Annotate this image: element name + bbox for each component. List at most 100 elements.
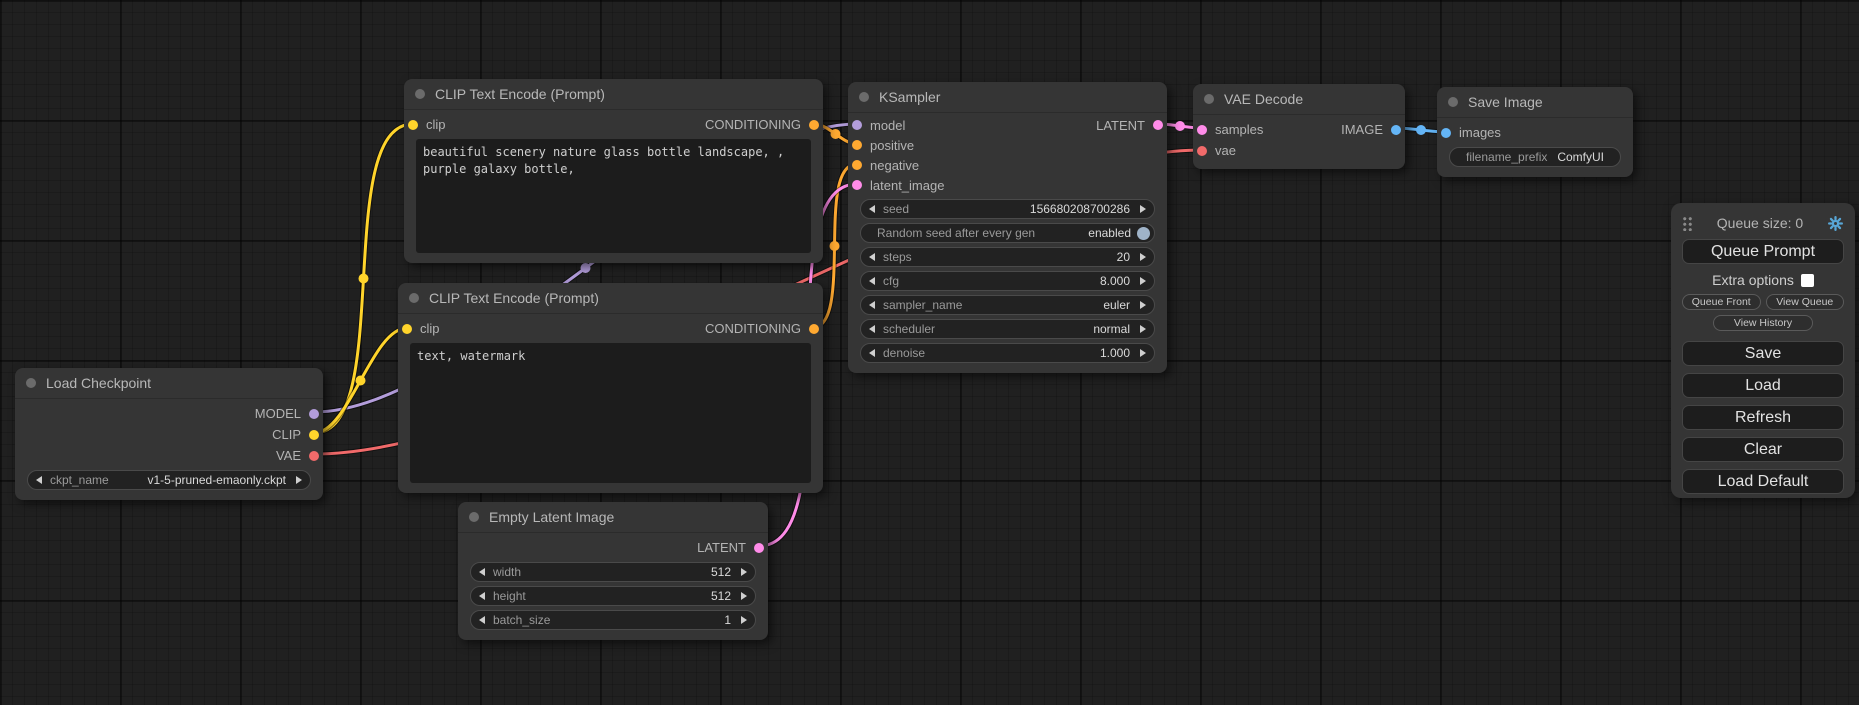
positive-prompt-textarea[interactable]: beautiful scenery nature glass bottle la… [416,139,811,253]
link-midpoint-checkpoint-clip-to-negative-prompt[interactable] [356,376,366,386]
node-empty-latent-image[interactable]: Empty Latent Image LATENT width 512 heig… [458,502,768,640]
width-widget[interactable]: width 512 [470,562,756,582]
batch-size-widget[interactable]: batch_size 1 [470,610,756,630]
input-slot-clip[interactable] [402,324,412,334]
output-slot-vae[interactable] [309,451,319,461]
increment-arrow-icon[interactable] [1140,349,1146,357]
slot-row: latent_image [848,175,1167,195]
link-midpoint-negative-conditioning-to-ksampler[interactable] [830,241,840,251]
increment-arrow-icon[interactable] [1140,205,1146,213]
link-midpoint-ksampler-latent-to-vae-decode[interactable] [1175,121,1185,131]
random-seed-toggle-widget[interactable]: Random seed after every gen enabled [860,223,1155,243]
node-title-bar[interactable]: CLIP Text Encode (Prompt) [404,79,823,110]
collapse-dot-icon[interactable] [1448,97,1458,107]
node-clip-text-encode-positive[interactable]: CLIP Text Encode (Prompt) clip CONDITION… [404,79,823,263]
increment-arrow-icon[interactable] [1140,277,1146,285]
refresh-button[interactable]: Refresh [1682,405,1844,430]
increment-arrow-icon[interactable] [1140,325,1146,333]
scheduler-widget[interactable]: scheduler normal [860,319,1155,339]
sampler-name-widget[interactable]: sampler_name euler [860,295,1155,315]
link-midpoint-positive-conditioning-to-ksampler[interactable] [831,129,841,139]
load-button[interactable]: Load [1682,373,1844,398]
decrement-arrow-icon[interactable] [869,277,875,285]
decrement-arrow-icon[interactable] [869,253,875,261]
output-slot-latent[interactable] [754,543,764,553]
queue-front-button[interactable]: Queue Front [1682,294,1761,310]
increment-arrow-icon[interactable] [1140,301,1146,309]
increment-arrow-icon[interactable] [741,592,747,600]
node-title-bar[interactable]: KSampler [848,82,1167,113]
decrement-arrow-icon[interactable] [869,349,875,357]
filename-prefix-widget[interactable]: filename_prefix ComfyUI [1449,147,1621,167]
gear-icon[interactable] [1827,215,1844,232]
output-slot-conditioning[interactable] [809,324,819,334]
decrement-arrow-icon[interactable] [479,616,485,624]
link-midpoint-checkpoint-model-to-ksampler[interactable] [581,263,591,273]
view-history-button[interactable]: View History [1713,315,1813,331]
increment-arrow-icon[interactable] [296,476,302,484]
negative-prompt-textarea[interactable]: text, watermark [410,343,811,483]
clear-button[interactable]: Clear [1682,437,1844,462]
link-midpoint-vae-decode-image-to-save-image[interactable] [1416,125,1426,135]
load-default-button[interactable]: Load Default [1682,469,1844,494]
input-slot-samples[interactable] [1197,125,1207,135]
output-slot-latent[interactable] [1153,120,1163,130]
node-title-bar[interactable]: VAE Decode [1193,84,1405,115]
decrement-arrow-icon[interactable] [869,301,875,309]
extra-options-label: Extra options [1712,272,1794,288]
node-title-bar[interactable]: Save Image [1437,87,1633,118]
node-load-checkpoint[interactable]: Load Checkpoint MODEL CLIP VAE ckpt_name… [15,368,323,500]
node-title-bar[interactable]: Load Checkpoint [15,368,323,399]
decrement-arrow-icon[interactable] [869,205,875,213]
output-slot-image[interactable] [1391,125,1401,135]
collapse-dot-icon[interactable] [415,89,425,99]
input-slot-vae[interactable] [1197,146,1207,156]
node-save-image[interactable]: Save Image images filename_prefix ComfyU… [1437,87,1633,177]
input-label: samples [1215,122,1263,137]
collapse-dot-icon[interactable] [26,378,36,388]
input-slot-latent-image[interactable] [852,180,862,190]
input-label: model [870,118,905,133]
input-label: images [1459,125,1501,140]
link-midpoint-checkpoint-clip-to-positive-prompt[interactable] [359,274,369,284]
queue-panel[interactable]: Queue size: 0 Queue Prompt Extra options… [1671,203,1855,498]
decrement-arrow-icon[interactable] [479,592,485,600]
input-slot-model[interactable] [852,120,862,130]
ckpt-name-widget[interactable]: ckpt_name v1-5-pruned-emaonly.ckpt [27,470,311,490]
collapse-dot-icon[interactable] [859,92,869,102]
view-queue-button[interactable]: View Queue [1766,294,1845,310]
toggle-icon[interactable] [1137,227,1150,240]
decrement-arrow-icon[interactable] [36,476,42,484]
collapse-dot-icon[interactable] [409,293,419,303]
drag-handle-icon[interactable] [1682,216,1693,231]
denoise-widget[interactable]: denoise 1.000 [860,343,1155,363]
output-slot-model[interactable] [309,409,319,419]
increment-arrow-icon[interactable] [741,568,747,576]
seed-widget[interactable]: seed 156680208700286 [860,199,1155,219]
output-slot-clip[interactable] [309,430,319,440]
collapse-dot-icon[interactable] [1204,94,1214,104]
cfg-widget[interactable]: cfg 8.000 [860,271,1155,291]
decrement-arrow-icon[interactable] [479,568,485,576]
node-title: Save Image [1468,94,1543,110]
output-slot-conditioning[interactable] [809,120,819,130]
node-vae-decode[interactable]: VAE Decode samples IMAGE vae [1193,84,1405,169]
input-slot-negative[interactable] [852,160,862,170]
input-slot-clip[interactable] [408,120,418,130]
increment-arrow-icon[interactable] [741,616,747,624]
input-slot-positive[interactable] [852,140,862,150]
collapse-dot-icon[interactable] [469,512,479,522]
save-button[interactable]: Save [1682,341,1844,366]
node-clip-text-encode-negative[interactable]: CLIP Text Encode (Prompt) clip CONDITION… [398,283,823,493]
node-title-bar[interactable]: Empty Latent Image [458,502,768,533]
increment-arrow-icon[interactable] [1140,253,1146,261]
node-ksampler[interactable]: KSampler model LATENT positive negative … [848,82,1167,373]
input-slot-images[interactable] [1441,128,1451,138]
node-graph-canvas[interactable]: Load Checkpoint MODEL CLIP VAE ckpt_name… [0,0,1859,705]
node-title-bar[interactable]: CLIP Text Encode (Prompt) [398,283,823,314]
height-widget[interactable]: height 512 [470,586,756,606]
queue-prompt-button[interactable]: Queue Prompt [1682,239,1844,264]
steps-widget[interactable]: steps 20 [860,247,1155,267]
decrement-arrow-icon[interactable] [869,325,875,333]
extra-options-checkbox[interactable] [1801,274,1814,287]
